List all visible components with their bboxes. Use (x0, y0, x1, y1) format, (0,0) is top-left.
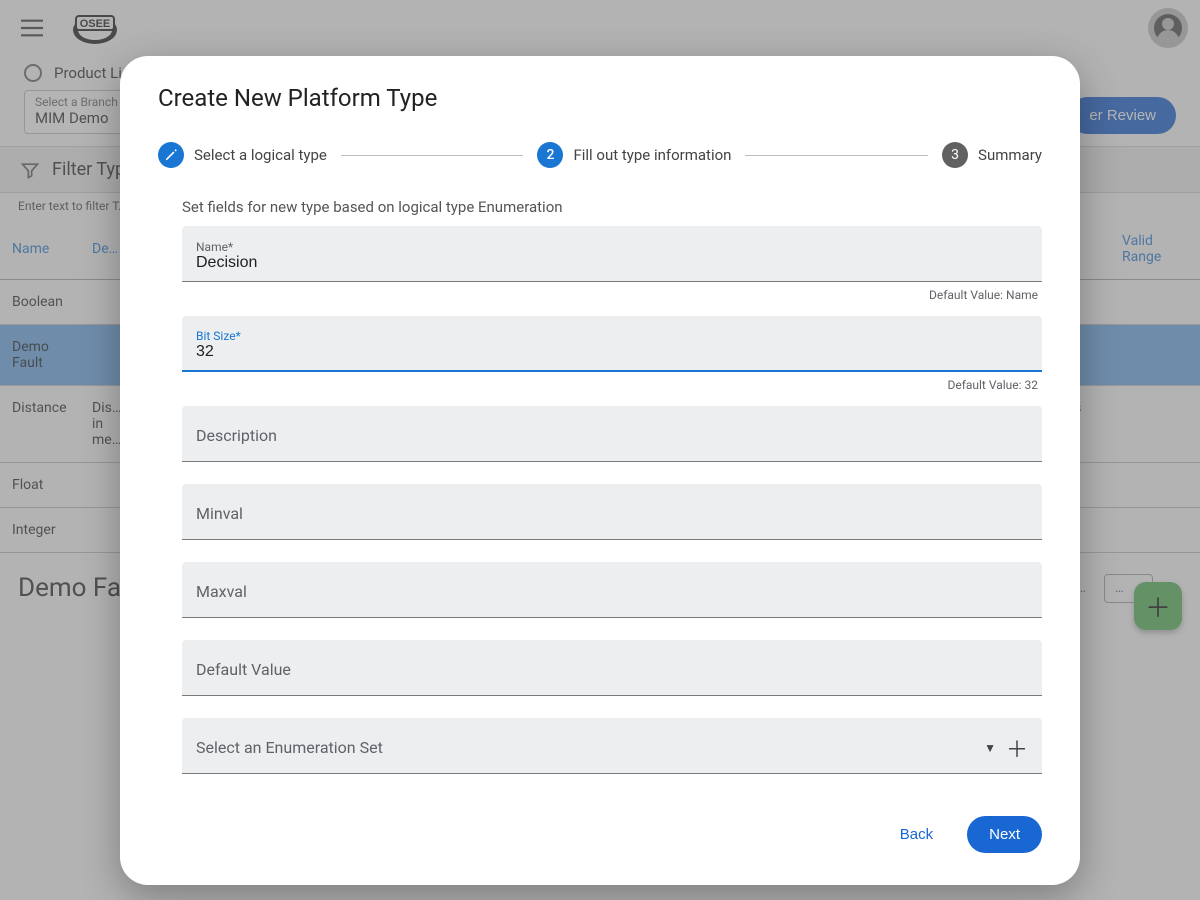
maxval-field[interactable]: Maxval (182, 562, 1042, 618)
description-field-label: Description (196, 426, 1028, 445)
next-button[interactable]: Next (967, 816, 1042, 853)
step-3[interactable]: 3 Summary (942, 142, 1042, 168)
back-button[interactable]: Back (886, 818, 947, 851)
maxval-field-label: Maxval (196, 582, 1028, 601)
step-3-label: Summary (978, 146, 1042, 164)
bitsize-field[interactable]: Bit Size* (182, 316, 1042, 372)
edit-icon (158, 142, 184, 168)
default-value-field[interactable]: Default Value (182, 640, 1042, 696)
add-enum-set-icon[interactable]: ＋ (1006, 732, 1028, 764)
chevron-down-icon[interactable]: ▼ (984, 741, 996, 755)
name-field-label: Name* (196, 240, 1028, 254)
default-value-field-label: Default Value (196, 660, 1028, 679)
dialog-actions: Back Next (158, 816, 1042, 853)
step-connector (341, 155, 524, 156)
step-3-badge: 3 (942, 142, 968, 168)
bitsize-helper: Default Value: 32 (182, 378, 1042, 392)
stepper: Select a logical type 2 Fill out type in… (158, 142, 1042, 168)
step-2-label: Fill out type information (573, 146, 731, 164)
description-field[interactable]: Description (182, 406, 1042, 462)
step-1-label: Select a logical type (194, 146, 327, 164)
name-input[interactable] (196, 254, 1028, 272)
step-2[interactable]: 2 Fill out type information (537, 142, 731, 168)
minval-field[interactable]: Minval (182, 484, 1042, 540)
minval-field-label: Minval (196, 504, 1028, 523)
bitsize-input[interactable] (196, 343, 1028, 361)
bitsize-field-label: Bit Size* (196, 329, 1028, 343)
form-intro: Set fields for new type based on logical… (182, 198, 1042, 216)
name-field[interactable]: Name* (182, 226, 1042, 282)
step-1[interactable]: Select a logical type (158, 142, 327, 168)
dialog-form: Set fields for new type based on logical… (158, 198, 1042, 774)
name-helper: Default Value: Name (182, 288, 1042, 302)
dialog-title: Create New Platform Type (158, 84, 1042, 112)
create-platform-type-dialog: Create New Platform Type Select a logica… (120, 56, 1080, 885)
step-connector (745, 155, 928, 156)
enum-set-select[interactable]: Select an Enumeration Set ▼ ＋ (182, 718, 1042, 774)
step-2-badge: 2 (537, 142, 563, 168)
enum-set-select-label: Select an Enumeration Set (196, 738, 1028, 757)
